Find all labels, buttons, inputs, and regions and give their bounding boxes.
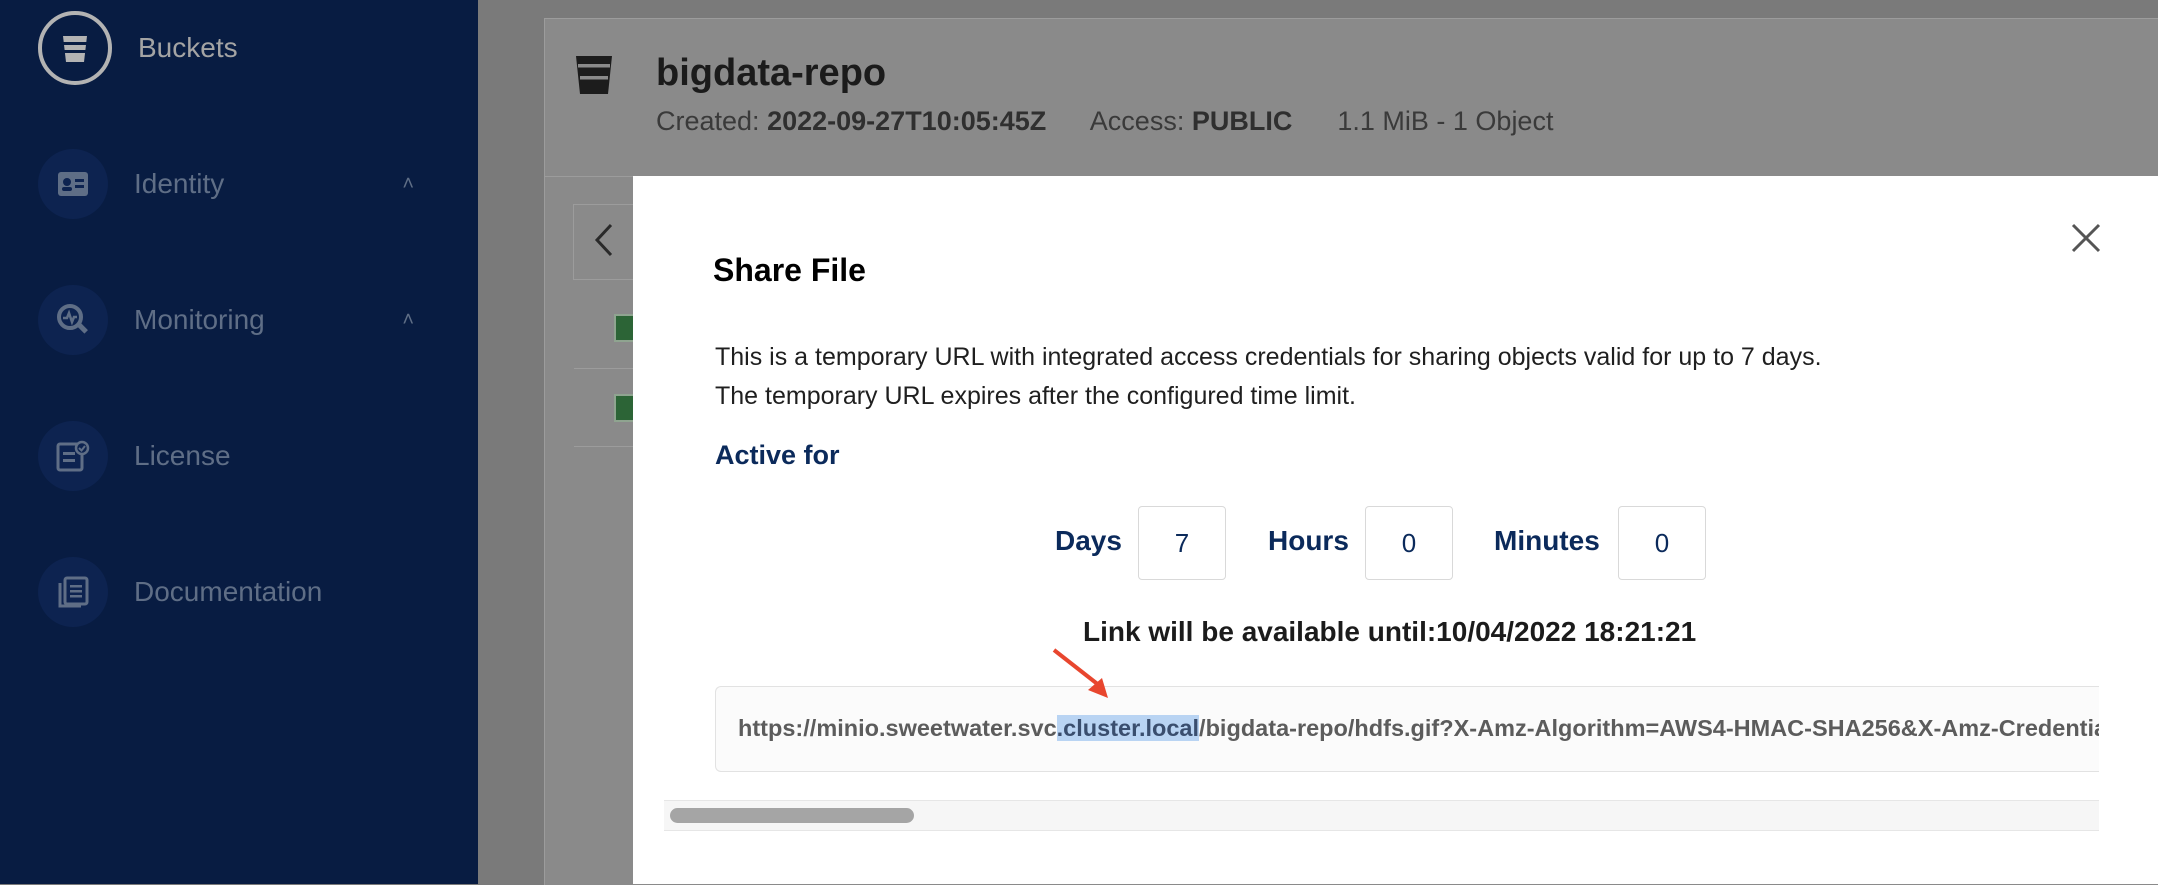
bucket-name: bigdata-repo (656, 52, 887, 94)
created-value: 2022-09-27T10:05:45Z (767, 106, 1047, 136)
url-part: https://minio.sweetwater.svc (738, 715, 1057, 741)
link-expiry-text: Link will be available until:10/04/2022 … (1083, 616, 1697, 647)
divider (574, 368, 634, 369)
sidebar-item-label: License (134, 440, 231, 471)
sidebar-item-label: Identity (134, 168, 225, 199)
close-icon (2071, 223, 2101, 258)
chevron-left-icon (594, 223, 614, 262)
url-part: /bigdata-repo/hdfs.gif?X-Amz-Algorithm=A… (1199, 715, 2099, 741)
created-label: Created: (656, 106, 760, 136)
minutes-input[interactable]: 0 (1618, 506, 1706, 580)
monitoring-icon (38, 285, 108, 355)
sidebar-item-identity[interactable]: Identity ˄ (38, 148, 438, 220)
scrollbar-thumb[interactable] (670, 808, 914, 823)
description-line: The temporary URL expires after the conf… (715, 382, 1356, 410)
license-icon (38, 421, 108, 491)
chevron-up-icon[interactable]: ˄ (402, 309, 414, 332)
description-line: This is a temporary URL with integrated … (715, 343, 1822, 371)
url-selected-text: .cluster.local (1056, 715, 1200, 741)
sidebar-item-buckets[interactable]: Buckets (38, 11, 438, 85)
share-url[interactable]: https://minio.sweetwater.svc.cluster.loc… (738, 715, 2099, 742)
sidebar-item-label: Buckets (138, 32, 238, 63)
hours-label: Hours (1268, 525, 1349, 556)
access-value: PUBLIC (1191, 106, 1293, 136)
sidebar-item-monitoring[interactable]: Monitoring ˄ (38, 284, 438, 356)
back-button[interactable] (573, 204, 634, 280)
sidebar-item-label: Monitoring (134, 304, 265, 335)
close-button[interactable] (2066, 220, 2106, 260)
days-input[interactable]: 7 (1138, 506, 1226, 580)
access-label: Access: (1089, 106, 1185, 136)
divider (574, 446, 634, 447)
bucket-icon (38, 11, 112, 85)
id-card-icon (38, 149, 108, 219)
sidebar: Buckets Identity ˄ Monitoring ˄ License … (0, 0, 478, 884)
chevron-up-icon[interactable]: ˄ (402, 173, 414, 196)
documentation-icon (38, 557, 108, 627)
hours-input[interactable]: 0 (1365, 506, 1453, 580)
bucket-icon (574, 52, 614, 101)
bucket-size: 1.1 MiB - 1 Object (1337, 106, 1554, 136)
days-label: Days (1055, 525, 1122, 556)
modal-title: Share File (713, 252, 866, 288)
horizontal-scrollbar[interactable] (664, 800, 2099, 831)
annotation-arrow-icon (1052, 648, 1108, 698)
share-url-field[interactable]: https://minio.sweetwater.svc.cluster.loc… (715, 686, 2099, 772)
sidebar-item-license[interactable]: License (38, 420, 438, 492)
modal-description: This is a temporary URL with integrated … (715, 338, 1822, 416)
sidebar-item-documentation[interactable]: Documentation (38, 556, 438, 628)
sidebar-item-label: Documentation (134, 576, 323, 607)
active-for-label: Active for (715, 440, 840, 470)
bucket-meta: Created: 2022-09-27T10:05:45Z Access: PU… (656, 106, 1553, 137)
minutes-label: Minutes (1494, 525, 1600, 556)
